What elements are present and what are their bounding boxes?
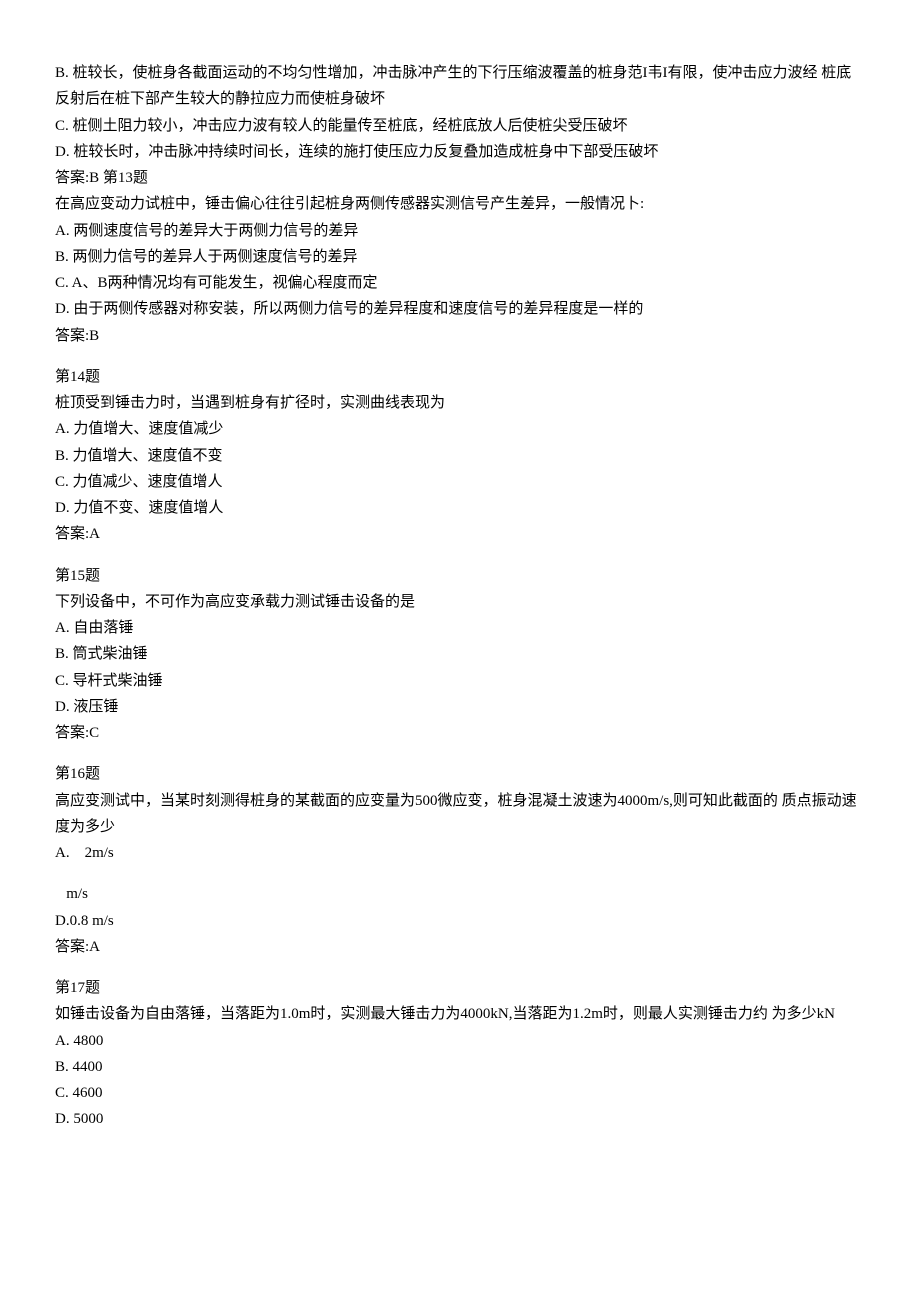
q17-option-b: B. 4400 [55,1054,865,1080]
q14-option-c: C. 力值减少、速度值增人 [55,469,865,495]
q17-option-d: D. 5000 [55,1106,865,1132]
q12-option-d: D. 桩较长时，冲击脉冲持续时间长，连续的施打使压应力反复叠加造成桩身中下部受压… [55,139,865,165]
q13-option-d: D. 由于两侧传感器对称安装，所以两侧力信号的差异程度和速度信号的差异程度是一样… [55,296,865,322]
q15-answer: 答案:C [55,720,865,746]
q17-stem: 如锤击设备为自由落锤，当落距为1.0m时，实测最大锤击力为4000kN,当落距为… [55,1001,865,1027]
q15-option-d: D. 液压锤 [55,694,865,720]
q14-option-b: B. 力值增大、速度值不变 [55,443,865,469]
q13-answer: 答案:B [55,323,865,349]
q12-answer-and-q13-title: 答案:B 第13题 [55,165,865,191]
q13-stem: 在高应变动力试桩中，锤击偏心往往引起桩身两侧传感器实测信号产生差异，一般情况卜: [55,191,865,217]
q16-option-a: A. 2m/s [55,840,865,866]
q13-option-a: A. 两侧速度信号的差异大于两侧力信号的差异 [55,218,865,244]
q12-option-b: B. 桩较长，使桩身各截面运动的不均匀性增加，冲击脉冲产生的下行压缩波覆盖的桩身… [55,60,865,113]
q14-answer: 答案:A [55,521,865,547]
q17-title: 第17题 [55,975,865,1001]
q16-stem: 高应变测试中，当某时刻测得桩身的某截面的应变量为500微应变，桩身混凝土波速为4… [55,788,865,841]
q15-option-b: B. 筒式柴油锤 [55,641,865,667]
q14-title: 第14题 [55,364,865,390]
q16-answer: 答案:A [55,934,865,960]
q15-option-a: A. 自由落锤 [55,615,865,641]
q16-title: 第16题 [55,761,865,787]
q13-option-b: B. 两侧力信号的差异人于两侧速度信号的差异 [55,244,865,270]
q15-option-c: C. 导杆式柴油锤 [55,668,865,694]
q14-option-a: A. 力值增大、速度值减少 [55,416,865,442]
q15-stem: 下列设备中，不可作为高应变承载力测试锤击设备的是 [55,589,865,615]
q14-option-d: D. 力值不变、速度值增人 [55,495,865,521]
q13-option-c: C. A、B两种情况均有可能发生，视偏心程度而定 [55,270,865,296]
q16-option-d: D.0.8 m/s [55,908,865,934]
q15-title: 第15题 [55,563,865,589]
q17-option-a: A. 4800 [55,1028,865,1054]
q17-option-c: C. 4600 [55,1080,865,1106]
q12-option-c: C. 桩侧土阻力较小，冲击应力波有较人的能量传至桩底，经桩底放人后使桩尖受压破坏 [55,113,865,139]
q14-stem: 桩顶受到锤击力时，当遇到桩身有扩径时，实测曲线表现为 [55,390,865,416]
q16-line2: m/s [55,881,865,907]
